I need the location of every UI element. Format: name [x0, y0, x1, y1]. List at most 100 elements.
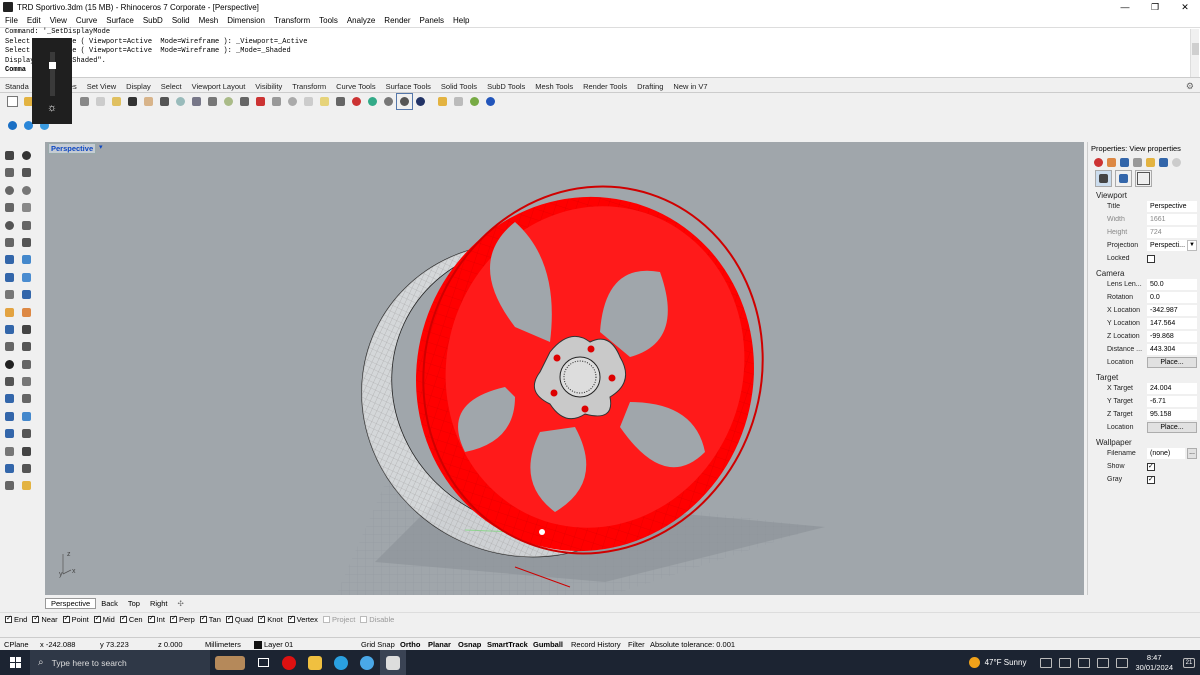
check-icon[interactable] — [19, 461, 35, 477]
zoom-window-icon[interactable] — [189, 94, 204, 109]
frame-icon[interactable] — [1135, 170, 1152, 187]
polyline-icon[interactable] — [2, 165, 18, 181]
edit-icon[interactable] — [435, 94, 450, 109]
prop-lens-field[interactable]: 50.0 — [1147, 279, 1197, 290]
circle-icon[interactable] — [2, 183, 18, 199]
edge-icon[interactable] — [328, 650, 354, 675]
rectangle-icon[interactable] — [19, 200, 35, 216]
brightness-track[interactable] — [50, 52, 55, 96]
tray-chevron-icon[interactable] — [1040, 657, 1053, 668]
notification-icon[interactable]: 21 — [1183, 657, 1195, 668]
cplane-icon[interactable] — [285, 94, 300, 109]
camera-icon[interactable] — [1095, 170, 1112, 187]
tab-mesh-tools[interactable]: Mesh Tools — [530, 82, 578, 91]
fillet-curve-icon[interactable] — [19, 218, 35, 234]
minimize-button[interactable]: — — [1110, 0, 1140, 14]
display-icon[interactable] — [1156, 155, 1168, 167]
tab-viewport-layout[interactable]: Viewport Layout — [187, 82, 251, 91]
dimension-icon[interactable] — [19, 322, 35, 338]
menu-help[interactable]: Help — [448, 16, 473, 25]
viewport-menu-arrow[interactable]: ▾ — [99, 143, 103, 151]
align-icon[interactable] — [19, 444, 35, 460]
gear-icon[interactable]: ⚙ — [1186, 81, 1194, 92]
environment-icon[interactable] — [1117, 155, 1129, 167]
tab-select[interactable]: Select — [156, 82, 187, 91]
maximize-button[interactable]: ❐ — [1140, 0, 1170, 14]
osnap-project[interactable]: Project — [322, 615, 355, 624]
select-arrow-icon[interactable] — [2, 148, 18, 164]
status-smarttrack[interactable]: SmartTrack — [487, 640, 528, 649]
point-icon[interactable] — [19, 148, 35, 164]
zoom-selected-icon[interactable] — [221, 94, 236, 109]
osnap-point[interactable]: Point — [62, 614, 89, 624]
task-view-icon[interactable] — [250, 650, 276, 675]
volume-icon[interactable] — [1097, 657, 1110, 668]
render-material-icon[interactable] — [365, 94, 380, 109]
move-icon[interactable] — [19, 391, 35, 407]
surface-icon[interactable] — [2, 252, 18, 268]
status-cplane[interactable]: CPlane — [4, 640, 29, 649]
leader-icon[interactable] — [19, 339, 35, 355]
copy-icon[interactable] — [93, 94, 108, 109]
mesh-icon[interactable] — [2, 305, 18, 321]
prop-title-field[interactable]: Perspective — [1147, 201, 1197, 212]
split-icon[interactable] — [19, 374, 35, 390]
prop-gray-checkbox[interactable] — [1147, 475, 1155, 484]
status-osnap[interactable]: Osnap — [458, 640, 481, 649]
render-sphere-icon[interactable] — [413, 94, 428, 109]
color-wheel-icon[interactable] — [1091, 155, 1103, 167]
undo-icon[interactable] — [125, 94, 140, 109]
curve-icon[interactable] — [19, 165, 35, 181]
group-icon[interactable] — [2, 478, 18, 494]
car-select-icon[interactable] — [253, 94, 268, 109]
viewport-tab-top[interactable]: Top — [123, 599, 145, 608]
opera-icon[interactable] — [276, 650, 302, 675]
tab-display[interactable]: Display — [121, 82, 156, 91]
menu-solid[interactable]: Solid — [167, 16, 194, 25]
tab-subd-tools[interactable]: SubD Tools — [482, 82, 530, 91]
perspective-viewport[interactable]: Perspective ▾ z y x — [45, 142, 1084, 595]
prop-filename-field[interactable]: (none) — [1147, 448, 1185, 459]
settings-icon[interactable] — [1169, 155, 1181, 167]
viewport-tab-perspective[interactable]: Perspective — [45, 597, 97, 609]
browse-file-button[interactable]: ... — [1187, 448, 1197, 459]
prop-y-location-field[interactable]: 147.564 — [1147, 318, 1197, 329]
tab-set-view[interactable]: Set View — [82, 82, 121, 91]
menu-panels[interactable]: Panels — [415, 16, 448, 25]
command-scrollbar[interactable] — [1190, 29, 1199, 77]
explode-icon[interactable] — [2, 391, 18, 407]
network-icon[interactable] — [1059, 657, 1072, 668]
ellipse-icon[interactable] — [19, 183, 35, 199]
command-prompt[interactable]: Comma — [0, 66, 1200, 76]
sphere-icon[interactable] — [19, 270, 35, 286]
arc-icon[interactable] — [2, 200, 18, 216]
tab-curve-tools[interactable]: Curve Tools — [331, 82, 380, 91]
menu-render[interactable]: Render — [379, 16, 414, 25]
four-view-icon[interactable] — [237, 94, 252, 109]
print-icon[interactable] — [77, 94, 92, 109]
target-place-button[interactable]: Place... — [1147, 422, 1197, 433]
tab-visibility[interactable]: Visibility — [250, 82, 287, 91]
layer-color-icon[interactable] — [349, 94, 364, 109]
menu-transform[interactable]: Transform — [269, 16, 314, 25]
brush-icon[interactable] — [1130, 155, 1142, 167]
grid-array-icon[interactable] — [2, 444, 18, 460]
wrench-icon[interactable] — [1115, 170, 1132, 187]
osnap-perp[interactable]: Perp — [169, 614, 195, 624]
prop-rotation-field[interactable]: 0.0 — [1147, 292, 1197, 303]
menu-view[interactable]: View — [45, 16, 71, 25]
properties-icon[interactable] — [301, 94, 316, 109]
tab-standard[interactable]: Standa — [0, 82, 34, 91]
box-icon[interactable] — [2, 270, 18, 286]
mirror-icon[interactable] — [19, 426, 35, 442]
options-icon[interactable] — [451, 94, 466, 109]
trim-icon[interactable] — [2, 374, 18, 390]
select-icon[interactable] — [269, 94, 284, 109]
status-planar[interactable]: Planar — [428, 640, 451, 649]
menu-subd[interactable]: SubD — [138, 16, 167, 25]
hatch-icon[interactable] — [2, 339, 18, 355]
tab-drafting[interactable]: Drafting — [632, 82, 668, 91]
extend-icon[interactable] — [19, 235, 35, 251]
viewport-canvas[interactable]: z y x — [45, 142, 1084, 595]
scale-icon[interactable] — [19, 409, 35, 425]
